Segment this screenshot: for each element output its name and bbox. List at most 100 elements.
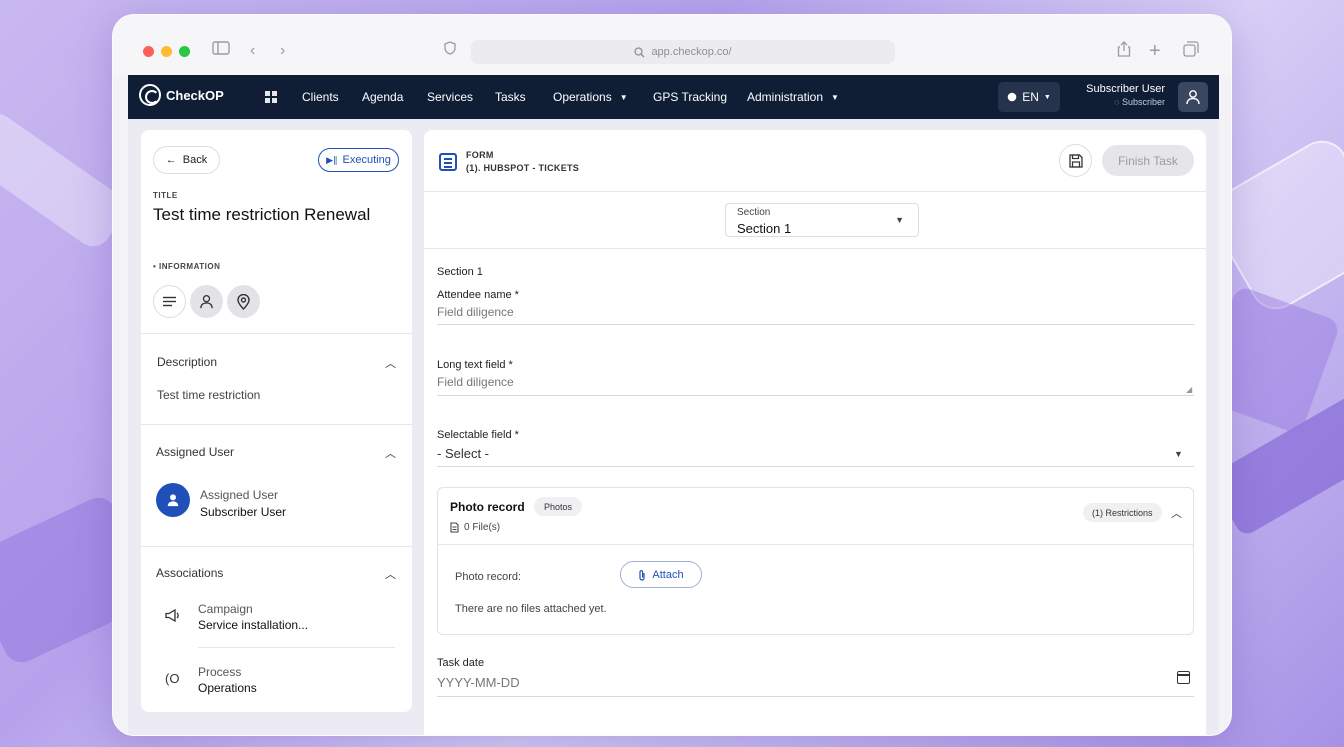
user-icon <box>1186 90 1200 105</box>
minimize-window-button[interactable] <box>161 46 172 57</box>
long-text-input[interactable]: Field diligence <box>437 375 514 389</box>
restrictions-chip[interactable]: (1) Restrictions <box>1083 503 1162 522</box>
nav-item-gps-tracking[interactable]: GPS Tracking <box>653 90 727 104</box>
title-label: TITLE <box>153 191 178 200</box>
task-details-panel: ← Back ▶∥ Executing TITLE Test time rest… <box>141 130 412 712</box>
form-icon <box>439 153 457 171</box>
process-value[interactable]: Operations <box>198 681 257 695</box>
top-navbar: CheckOP Clients Agenda Services Tasks Op… <box>128 75 1219 119</box>
task-date-input[interactable]: YYYY-MM-DD <box>437 675 520 690</box>
divider <box>198 647 395 648</box>
brand-logo[interactable]: CheckOP <box>139 84 224 106</box>
assigned-user-label: Assigned User <box>200 488 279 502</box>
chevron-down-icon: ▼ <box>831 93 839 102</box>
photo-record-card: Photo record Photos (1) Restrictions ︿ 0… <box>437 487 1194 635</box>
divider <box>141 424 412 425</box>
no-files-message: There are no files attached yet. <box>455 603 607 615</box>
photo-record-title: Photo record <box>450 500 525 514</box>
divider <box>424 248 1206 249</box>
task-title: Test time restriction Renewal <box>153 205 371 224</box>
attach-button[interactable]: Attach <box>620 561 702 588</box>
close-window-button[interactable] <box>143 46 154 57</box>
file-icon <box>450 522 459 533</box>
status-badge[interactable]: ▶∥ Executing <box>318 148 399 172</box>
finish-task-button[interactable]: Finish Task <box>1102 145 1194 176</box>
nav-item-clients[interactable]: Clients <box>302 90 339 104</box>
section-select[interactable]: Section Section 1 ▼ <box>725 203 919 237</box>
files-count-label: 0 File(s) <box>464 522 501 533</box>
field-underline <box>437 466 1194 467</box>
selectable-field-select[interactable]: - Select - <box>437 446 489 461</box>
profile-avatar-button[interactable] <box>1178 82 1208 112</box>
form-name: (1). HUBSPOT - TICKETS <box>466 163 580 173</box>
tabs-overview-icon[interactable] <box>1183 41 1199 63</box>
description-header[interactable]: Description <box>157 355 217 369</box>
user-info[interactable]: Subscriber User ◌ Subscriber <box>1083 83 1165 107</box>
chevron-down-icon[interactable]: ▼ <box>1174 449 1183 459</box>
chevron-up-icon[interactable]: ︿ <box>385 566 396 582</box>
browser-window: ‹ › app.checkop.co/ + CheckOP Clients Ag… <box>112 14 1232 736</box>
user-role-label: Subscriber <box>1121 97 1165 107</box>
task-date-label: Task date <box>437 657 485 669</box>
photo-field-label: Photo record: <box>455 571 522 583</box>
back-button[interactable]: ← Back <box>153 146 220 174</box>
maximize-window-button[interactable] <box>179 46 190 57</box>
forward-nav-icon[interactable]: › <box>280 41 285 61</box>
form-panel: FORM (1). HUBSPOT - TICKETS Finish Task … <box>424 130 1206 735</box>
nav-item-services[interactable]: Services <box>427 90 473 104</box>
assigned-user-value: Subscriber User <box>200 505 287 519</box>
details-tab-button[interactable] <box>153 285 186 318</box>
megaphone-icon <box>165 608 180 625</box>
chevron-down-icon: ▼ <box>1043 93 1051 101</box>
language-label: EN <box>1022 90 1039 104</box>
arrow-left-icon: ← <box>165 154 177 166</box>
resize-handle-icon[interactable]: ◢ <box>1186 385 1192 394</box>
nav-item-administration-label: Administration <box>747 90 824 104</box>
section-heading: Section 1 <box>437 266 483 278</box>
calendar-icon[interactable] <box>1177 671 1190 684</box>
language-selector[interactable]: EN ▼ <box>998 82 1060 112</box>
divider <box>141 546 412 547</box>
share-icon[interactable] <box>1117 41 1131 63</box>
form-label: FORM <box>466 150 494 160</box>
chevron-down-icon: ▼ <box>895 215 904 225</box>
divider <box>141 333 412 334</box>
divider <box>424 191 1206 192</box>
chevron-up-icon[interactable]: ︿ <box>385 355 396 371</box>
sidebar-toggle-icon[interactable] <box>212 41 230 61</box>
information-label: • INFORMATION <box>153 262 221 271</box>
nav-item-tasks[interactable]: Tasks <box>495 90 526 104</box>
new-tab-icon[interactable]: + <box>1149 41 1161 61</box>
user-icon <box>200 295 213 309</box>
brand-name: CheckOP <box>166 87 224 103</box>
associations-header[interactable]: Associations <box>156 566 223 580</box>
nav-item-operations-label: Operations <box>553 90 612 104</box>
chevron-up-icon[interactable]: ︿ <box>385 445 396 461</box>
section-select-label: Section <box>737 207 771 218</box>
attendee-name-input[interactable]: Field diligence <box>437 305 514 319</box>
user-tab-button[interactable] <box>190 285 223 318</box>
apps-grid-icon[interactable] <box>265 91 277 103</box>
user-icon <box>167 494 179 507</box>
campaign-value[interactable]: Service installation... <box>198 618 308 632</box>
globe-icon <box>1007 92 1017 102</box>
chevron-down-icon: ▼ <box>619 93 628 102</box>
nav-item-administration[interactable]: Administration ▼ <box>747 90 839 104</box>
user-name: Subscriber User <box>1086 83 1165 95</box>
save-button[interactable] <box>1059 144 1092 177</box>
attendee-name-label: Attendee name * <box>437 289 519 301</box>
chevron-up-icon[interactable]: ︿ <box>1171 505 1182 521</box>
campaign-label: Campaign <box>198 602 253 616</box>
location-tab-button[interactable] <box>227 285 260 318</box>
role-icon: ◌ <box>1114 97 1122 107</box>
nav-item-operations[interactable]: Operations ▼ <box>553 90 628 104</box>
field-underline <box>437 395 1194 396</box>
assigned-user-header[interactable]: Assigned User <box>156 445 234 459</box>
nav-item-agenda[interactable]: Agenda <box>362 90 403 104</box>
address-bar[interactable]: app.checkop.co/ <box>471 40 895 64</box>
section-select-value: Section 1 <box>737 221 792 236</box>
back-nav-icon[interactable]: ‹ <box>250 41 255 61</box>
url-text: app.checkop.co/ <box>651 46 732 58</box>
attach-button-label: Attach <box>652 568 684 581</box>
app-viewport: CheckOP Clients Agenda Services Tasks Op… <box>128 75 1219 735</box>
